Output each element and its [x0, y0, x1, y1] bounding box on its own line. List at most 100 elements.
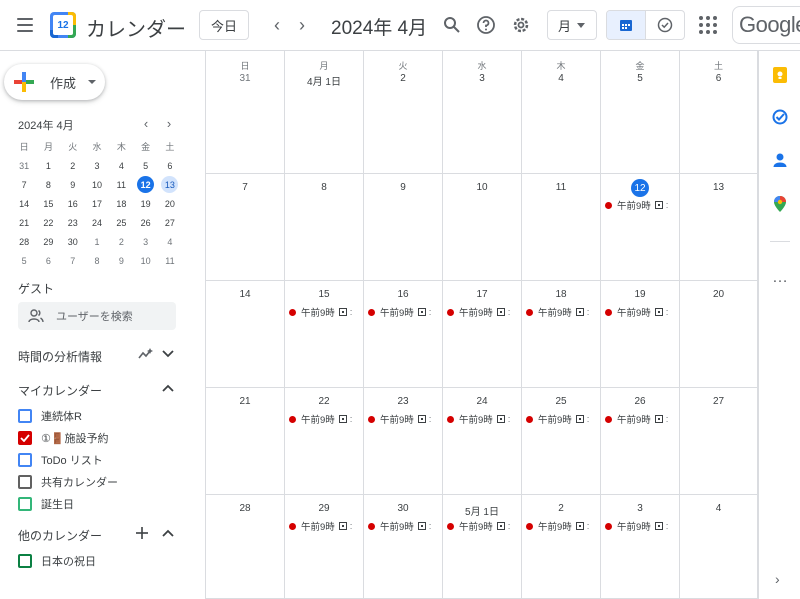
mini-day[interactable]: 26 — [133, 213, 157, 232]
day-cell[interactable]: 26 午前9時: — [601, 388, 680, 495]
day-cell[interactable]: 15 午前9時: — [285, 281, 364, 388]
mini-day[interactable]: 10 — [133, 251, 157, 270]
day-number[interactable]: 3 — [443, 73, 521, 84]
event-chip[interactable]: 午前9時: — [368, 305, 442, 319]
mini-day[interactable]: 17 — [85, 194, 109, 213]
day-cell[interactable]: 5月 1日 午前9時: — [443, 495, 522, 599]
day-number[interactable]: 4 — [680, 503, 757, 514]
day-cell[interactable]: 3 午前9時: — [601, 495, 680, 599]
day-cell[interactable]: 16 午前9時: — [364, 281, 443, 388]
day-number[interactable]: 23 — [364, 396, 442, 407]
mini-day[interactable]: 13 — [158, 175, 182, 194]
day-number[interactable]: 5月 1日 — [443, 503, 521, 518]
keep-icon[interactable] — [772, 67, 788, 83]
day-cell[interactable]: 21 — [206, 388, 285, 495]
day-number[interactable]: 21 — [206, 396, 284, 407]
calendar-list-item[interactable]: 共有カレンダー — [18, 473, 118, 491]
mini-day[interactable]: 3 — [133, 232, 157, 251]
day-cell[interactable]: 金5 — [601, 51, 680, 174]
day-cell[interactable]: 月 4月 1日 — [285, 51, 364, 174]
mini-day[interactable]: 8 — [85, 251, 109, 270]
mini-day[interactable]: 23 — [61, 213, 85, 232]
mini-day[interactable]: 7 — [12, 175, 36, 194]
event-chip[interactable]: 午前9時: — [526, 412, 600, 426]
mini-day[interactable]: 10 — [85, 175, 109, 194]
event-chip[interactable]: 午前9時: — [605, 519, 679, 533]
add-calendar-icon[interactable] — [134, 525, 150, 541]
day-number[interactable]: 5 — [601, 73, 679, 84]
calendar-checkbox[interactable] — [18, 554, 32, 568]
day-number[interactable]: 18 — [522, 289, 600, 300]
mini-day[interactable]: 8 — [36, 175, 60, 194]
day-number[interactable]: 25 — [522, 396, 600, 407]
google-account-button[interactable]: Google — [732, 6, 800, 44]
event-chip[interactable]: 午前9時: — [368, 412, 442, 426]
mini-day[interactable]: 19 — [133, 194, 157, 213]
day-number[interactable]: 6 — [680, 73, 757, 84]
chevron-up-icon[interactable] — [160, 525, 176, 541]
day-number[interactable]: 27 — [680, 396, 757, 407]
guest-search-input[interactable]: ユーザーを検索 — [18, 302, 176, 330]
day-cell[interactable]: 10 — [443, 174, 522, 281]
calendar-checkbox[interactable] — [18, 497, 32, 511]
mini-day[interactable]: 11 — [109, 175, 133, 194]
day-cell[interactable]: 28 — [206, 495, 285, 599]
day-cell[interactable]: 4 — [680, 495, 758, 599]
day-cell[interactable]: 24 午前9時: — [443, 388, 522, 495]
create-button[interactable]: 作成 — [4, 64, 105, 100]
day-number[interactable]: 30 — [364, 503, 442, 514]
day-cell[interactable]: 11 — [522, 174, 601, 281]
mini-day[interactable]: 18 — [109, 194, 133, 213]
today-button[interactable]: 今日 — [199, 10, 249, 40]
tasks-icon[interactable] — [772, 109, 788, 125]
calendar-checkbox[interactable] — [18, 475, 32, 489]
mini-day[interactable]: 6 — [158, 156, 182, 175]
event-chip[interactable]: 午前9時: — [447, 305, 521, 319]
mini-day[interactable]: 28 — [12, 232, 36, 251]
day-number[interactable]: 26 — [601, 396, 679, 407]
day-cell[interactable]: 14 — [206, 281, 285, 388]
mini-day[interactable]: 2 — [109, 232, 133, 251]
event-chip[interactable]: 午前9時: — [289, 305, 363, 319]
day-number[interactable]: 24 — [443, 396, 521, 407]
day-number[interactable]: 2 — [364, 73, 442, 84]
insights-title[interactable]: 時間の分析情報 — [18, 348, 102, 365]
day-cell[interactable]: 8 — [285, 174, 364, 281]
day-number[interactable]: 29 — [285, 503, 363, 514]
mini-day[interactable]: 30 — [61, 232, 85, 251]
day-number[interactable]: 19 — [601, 289, 679, 300]
calendar-logo-icon[interactable]: 12 — [50, 12, 76, 38]
insights-icon[interactable] — [138, 346, 154, 362]
day-number[interactable]: 17 — [443, 289, 521, 300]
day-number[interactable]: 16 — [364, 289, 442, 300]
day-number[interactable]: 31 — [206, 73, 284, 84]
mini-day[interactable]: 16 — [61, 194, 85, 213]
day-cell[interactable]: 木4 — [522, 51, 601, 174]
help-icon[interactable] — [474, 13, 498, 37]
mini-day[interactable]: 29 — [36, 232, 60, 251]
mini-prev-icon[interactable]: ‹ — [138, 115, 154, 131]
mini-day[interactable]: 12 — [133, 175, 157, 194]
mini-day[interactable]: 24 — [85, 213, 109, 232]
settings-icon[interactable] — [509, 13, 533, 37]
day-number[interactable]: 3 — [601, 503, 679, 514]
my-calendars-title[interactable]: マイカレンダー — [18, 382, 102, 399]
event-chip[interactable]: 午前9時: — [368, 519, 442, 533]
day-number[interactable]: 8 — [285, 182, 363, 193]
day-number[interactable]: 4 — [522, 73, 600, 84]
day-cell[interactable]: 水3 — [443, 51, 522, 174]
day-number[interactable]: 9 — [364, 182, 442, 193]
day-cell[interactable]: 17 午前9時: — [443, 281, 522, 388]
day-cell[interactable]: 9 — [364, 174, 443, 281]
other-calendars-title[interactable]: 他のカレンダー — [18, 527, 102, 544]
mini-day[interactable]: 11 — [158, 251, 182, 270]
day-cell[interactable]: 12 午前9時: — [601, 174, 680, 281]
day-cell[interactable]: 25 午前9時: — [522, 388, 601, 495]
day-number[interactable]: 15 — [285, 289, 363, 300]
chevron-down-icon[interactable] — [160, 346, 176, 362]
event-chip[interactable]: 午前9時: — [289, 519, 363, 533]
day-cell[interactable]: 19 午前9時: — [601, 281, 680, 388]
mini-day[interactable]: 15 — [36, 194, 60, 213]
day-cell[interactable]: 27 — [680, 388, 758, 495]
day-number[interactable]: 28 — [206, 503, 284, 514]
